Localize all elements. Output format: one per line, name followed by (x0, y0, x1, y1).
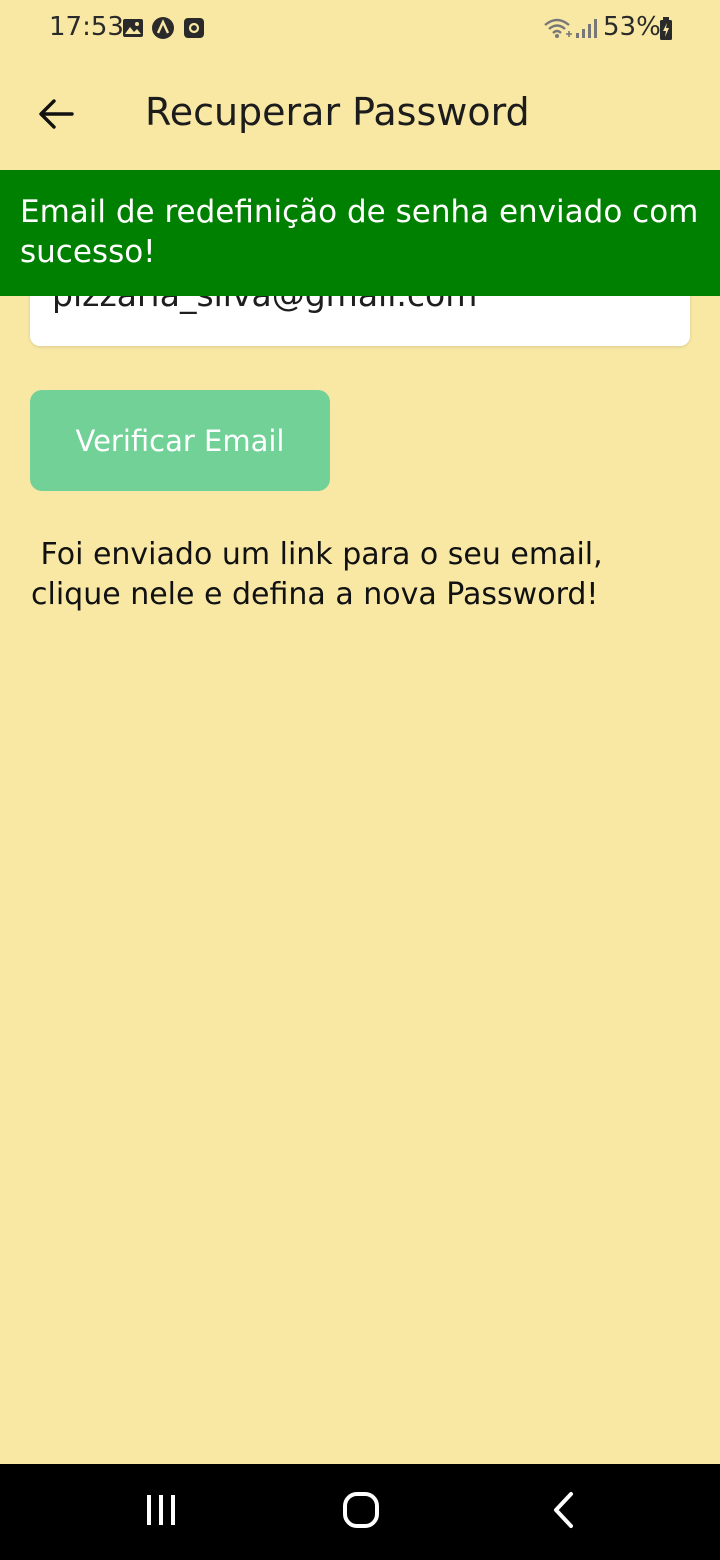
nav-back-button[interactable] (534, 1482, 594, 1542)
status-time: 17:53 (49, 12, 124, 42)
gallery-icon (121, 16, 147, 42)
info-message: Foi enviado um link para o seu email, cl… (31, 537, 613, 612)
verify-email-button[interactable]: Verificar Email (30, 390, 330, 491)
recent-apps-button[interactable] (131, 1482, 191, 1542)
app-bar: Recuperar Password (0, 60, 720, 170)
success-snackbar: Email de redefinição de senha enviado co… (0, 170, 720, 296)
page-title: Recuperar Password (145, 90, 530, 134)
back-button[interactable] (22, 82, 90, 150)
back-icon (544, 1490, 584, 1534)
home-button[interactable] (331, 1482, 391, 1542)
app-a-icon (151, 16, 177, 42)
app-square-icon (182, 16, 208, 42)
recent-apps-icon (141, 1490, 181, 1534)
home-icon (341, 1490, 381, 1534)
battery-icon (658, 16, 674, 42)
battery-percent: 53% (603, 12, 661, 42)
signal-icon (575, 16, 597, 42)
snackbar-message: Email de redefinição de senha enviado co… (20, 194, 699, 270)
system-nav-bar (0, 1464, 720, 1560)
status-bar: 17:53 53% (0, 0, 720, 60)
verify-email-label: Verificar Email (75, 423, 285, 458)
wifi-icon (543, 16, 573, 42)
arrow-back-icon (36, 94, 76, 138)
